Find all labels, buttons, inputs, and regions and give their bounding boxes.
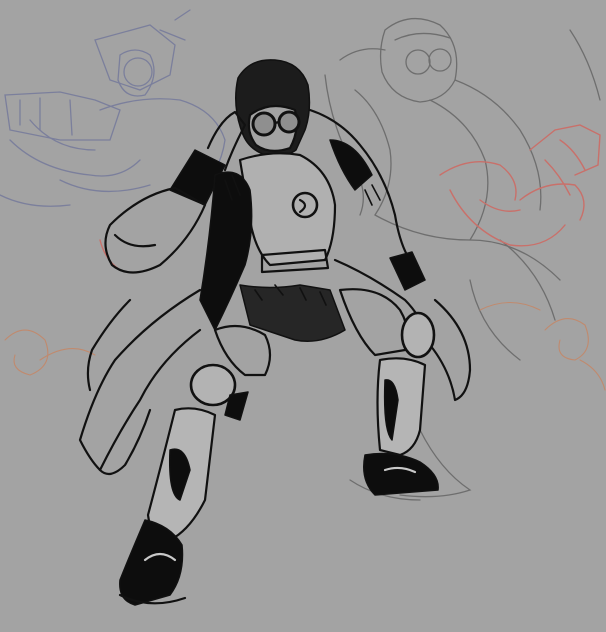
sketch-artwork <box>0 9 606 606</box>
drawing-canvas <box>0 0 606 632</box>
gray-goggle-figure-sketch <box>324 18 601 501</box>
inked-goggle-trenchcoat-figure <box>78 59 472 606</box>
